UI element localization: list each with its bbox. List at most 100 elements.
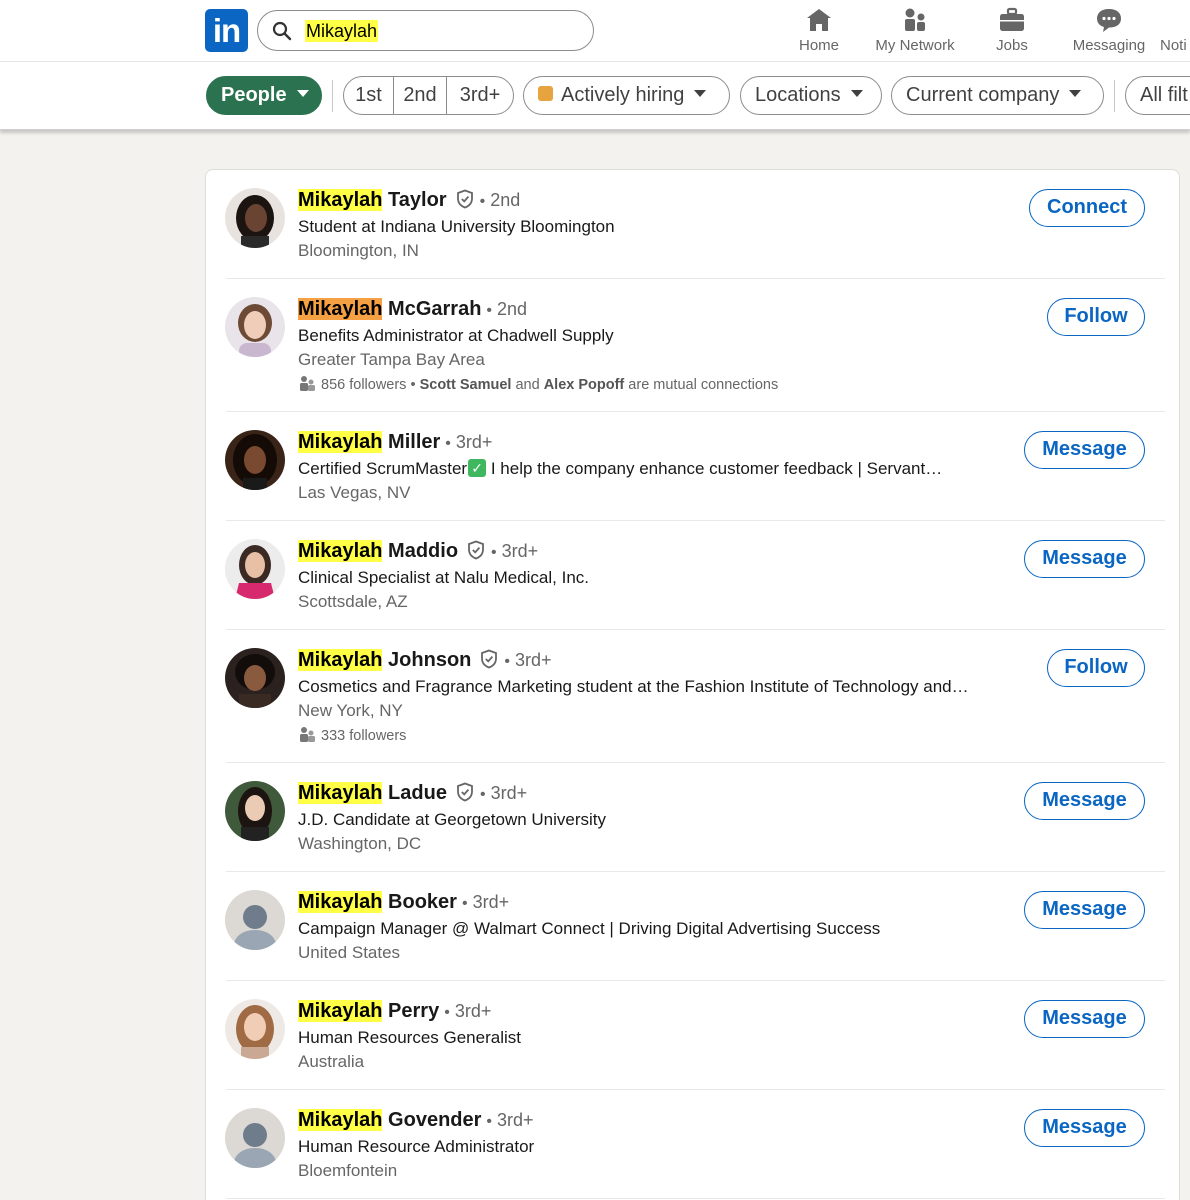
last-name: Maddio [388, 540, 459, 562]
people-icon [300, 727, 315, 743]
last-name: Miller [388, 431, 441, 453]
result-headline: J.D. Candidate at Georgetown University [298, 810, 607, 829]
message-button[interactable]: Message [1024, 782, 1145, 820]
separator-dot: • [504, 653, 510, 670]
result-name[interactable]: Mikaylah Johnson • 3rd+ [298, 647, 552, 673]
result-name[interactable]: Mikaylah Ladue • 3rd+ [298, 780, 527, 806]
connection-degree: 3rd+ [490, 783, 528, 803]
avatar[interactable] [225, 430, 285, 490]
briefcase-icon [1000, 7, 1024, 31]
result-name[interactable]: Mikaylah McGarrah • 2nd [298, 296, 527, 322]
mutual-connection-link[interactable]: Alex Popoff [544, 377, 625, 393]
verified-shield-icon [468, 540, 484, 560]
nav-home[interactable]: Home [792, 6, 846, 56]
result-headline: Cosmetics and Fragrance Marketing studen… [298, 677, 969, 696]
follow-button[interactable]: Follow [1047, 649, 1145, 687]
search-input[interactable]: Mikaylah [305, 20, 379, 42]
headline-part: Certified ScrumMaster [298, 459, 468, 478]
result-row[interactable]: Mikaylah Govender • 3rd+ Human Resource Ad… [206, 1090, 1181, 1199]
current-company-filter-button[interactable]: Current company [891, 76, 1104, 115]
result-headline: Human Resources Generalist [298, 1028, 521, 1047]
result-name[interactable]: Mikaylah Booker • 3rd+ [298, 889, 509, 915]
result-location: Bloemfontein [298, 1161, 398, 1180]
actively-hiring-label: Actively hiring [561, 84, 685, 106]
top-nav: in Mikaylah Home My Network Jobs Messagi… [0, 0, 1190, 62]
result-name[interactable]: Mikaylah Perry • 3rd+ [298, 998, 491, 1024]
all-filters-label: All filt [1140, 84, 1188, 106]
nav-notifications[interactable]: Noti [1160, 6, 1190, 56]
filter-bar: People 1st 2nd 3rd+ Actively hiring Loca… [0, 62, 1190, 130]
all-filters-button[interactable]: All filt [1125, 76, 1190, 115]
caret-down-icon [1069, 90, 1082, 98]
result-headline: Campaign Manager @ Walmart Connect | Dri… [298, 919, 881, 938]
checkmark-icon: ✓ [468, 458, 487, 477]
followers-count: 333 followers [321, 728, 407, 744]
linkedin-logo[interactable]: in [205, 9, 248, 52]
message-button[interactable]: Message [1024, 891, 1145, 929]
result-name[interactable]: Mikaylah Maddio • 3rd+ [298, 538, 538, 564]
connection-degree: 2nd [497, 299, 528, 319]
degree-2nd-button[interactable]: 2nd [394, 77, 447, 114]
message-button[interactable]: Message [1024, 540, 1145, 578]
nav-notifications-label: Noti [1160, 37, 1187, 54]
degree-1st-button[interactable]: 1st [344, 77, 394, 114]
result-headline: Human Resource Administrator [298, 1137, 535, 1156]
separator-dot: • [461, 895, 468, 912]
name-highlight: Mikaylah [298, 298, 383, 320]
separator-dot: • [479, 786, 486, 803]
result-row[interactable]: Mikaylah Taylor • 2nd Student at Indiana U… [206, 170, 1181, 279]
result-row[interactable]: Mikaylah Maddio • 3rd+ Clinical Specialist… [206, 521, 1181, 630]
avatar[interactable] [225, 999, 285, 1059]
nav-messaging-label: Messaging [1072, 37, 1146, 54]
message-button[interactable]: Message [1024, 431, 1145, 469]
last-name: Booker [388, 891, 457, 913]
nav-messaging[interactable]: Messaging [1070, 6, 1148, 56]
connect-button[interactable]: Connect [1029, 189, 1145, 227]
connection-degree: 3rd+ [501, 541, 539, 561]
message-button[interactable]: Message [1024, 1109, 1145, 1147]
result-row[interactable]: Mikaylah Ladue • 3rd+ J.D. Candidate at Ge… [206, 763, 1181, 872]
result-location: Las Vegas, NV [298, 483, 411, 502]
current-company-label: Current company [906, 84, 1060, 106]
result-location: United States [298, 943, 401, 962]
result-name[interactable]: Mikaylah Taylor • 2nd [298, 187, 520, 213]
result-name[interactable]: Mikaylah Miller • 3rd+ [298, 429, 492, 455]
last-name: Ladue [388, 782, 447, 804]
message-button[interactable]: Message [1024, 1000, 1145, 1038]
result-row[interactable]: Mikaylah Perry • 3rd+ Human Resources Gene… [206, 981, 1181, 1090]
search-bar[interactable]: Mikaylah [257, 10, 594, 51]
result-headline: Student at Indiana University Bloomingto… [298, 217, 615, 236]
caret-down-icon [296, 90, 309, 98]
result-name[interactable]: Mikaylah Govender • 3rd+ [298, 1107, 534, 1133]
result-row[interactable]: Mikaylah Miller • 3rd+ Certified ScrumMast… [206, 412, 1181, 521]
follow-button[interactable]: Follow [1047, 298, 1145, 336]
people-filter-button[interactable]: People [206, 76, 322, 115]
result-row[interactable]: Mikaylah McGarrah • 2nd Benefits Administr… [206, 279, 1181, 412]
nav-my-network[interactable]: My Network [872, 6, 958, 56]
locations-filter-button[interactable]: Locations [740, 76, 882, 115]
default-avatar-icon [225, 1108, 285, 1168]
name-highlight: Mikaylah [298, 431, 383, 453]
avatar[interactable] [225, 297, 285, 357]
avatar[interactable] [225, 648, 285, 708]
last-name: Perry [388, 1000, 440, 1022]
nav-my-network-label: My Network [875, 37, 955, 54]
avatar[interactable] [225, 1108, 285, 1168]
last-name: Johnson [388, 649, 472, 671]
mutual-connection-link[interactable]: Scott Samuel [420, 377, 512, 393]
caret-down-icon [850, 90, 863, 98]
locations-label: Locations [755, 84, 841, 106]
messaging-icon [1097, 9, 1121, 32]
avatar[interactable] [225, 890, 285, 950]
nav-jobs[interactable]: Jobs [990, 6, 1034, 56]
result-row[interactable]: Mikaylah Johnson • 3rd+ Cosmetics and Frag… [206, 630, 1181, 763]
degree-3rd-button[interactable]: 3rd+ [447, 77, 513, 114]
default-avatar-icon [225, 890, 285, 950]
search-icon [272, 21, 292, 41]
name-highlight: Mikaylah [298, 189, 383, 211]
avatar[interactable] [225, 781, 285, 841]
avatar[interactable] [225, 539, 285, 599]
avatar[interactable] [225, 188, 285, 248]
actively-hiring-filter-button[interactable]: Actively hiring [523, 76, 730, 115]
result-row[interactable]: Mikaylah Booker • 3rd+ Campaign Manager @ … [206, 872, 1181, 981]
